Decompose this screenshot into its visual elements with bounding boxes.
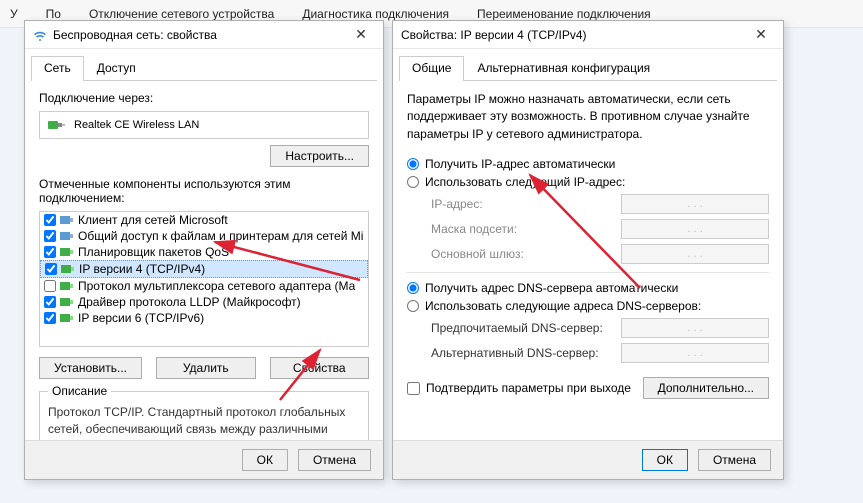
tab-general[interactable]: Общие bbox=[399, 56, 464, 81]
list-item-label: Клиент для сетей Microsoft bbox=[78, 213, 228, 227]
list-item-label: Планировщик пакетов QoS bbox=[78, 245, 229, 259]
uninstall-button[interactable]: Удалить bbox=[156, 357, 256, 379]
radio-dns-manual[interactable]: Использовать следующие адреса DNS-сервер… bbox=[407, 299, 769, 313]
tab-alternate[interactable]: Альтернативная конфигурация bbox=[464, 56, 663, 81]
radio-label: Использовать следующий IP-адрес: bbox=[425, 175, 625, 189]
list-item[interactable]: IP версии 6 (TCP/IPv6) bbox=[40, 310, 368, 326]
components-list[interactable]: Клиент для сетей Microsoft Общий доступ … bbox=[39, 211, 369, 347]
radio-label: Получить адрес DNS-сервера автоматически bbox=[425, 281, 678, 295]
dialog-footer: ОК Отмена bbox=[25, 440, 383, 479]
gateway-label: Основной шлюз: bbox=[431, 247, 621, 261]
tabs: Сеть Доступ bbox=[31, 55, 377, 81]
cancel-button[interactable]: Отмена bbox=[698, 449, 771, 471]
toolbar-item[interactable]: По bbox=[46, 7, 61, 21]
qos-icon bbox=[60, 246, 74, 258]
titlebar: Свойства: IP версии 4 (TCP/IPv4) ✕ bbox=[393, 21, 783, 49]
separator bbox=[407, 272, 769, 273]
list-item-label: IP версии 4 (TCP/IPv4) bbox=[79, 262, 205, 276]
list-item-label: Протокол мультиплексора сетевого адаптер… bbox=[78, 279, 355, 293]
tab-access[interactable]: Доступ bbox=[84, 56, 149, 81]
dialog-content: Подключение через: Realtek CE Wireless L… bbox=[25, 81, 383, 473]
validate-checkbox-row[interactable]: Подтвердить параметры при выходе bbox=[407, 381, 631, 395]
close-button[interactable]: ✕ bbox=[347, 24, 375, 46]
list-item[interactable]: Клиент для сетей Microsoft bbox=[40, 212, 368, 228]
tab-network[interactable]: Сеть bbox=[31, 56, 84, 81]
adapter-box: Realtek CE Wireless LAN bbox=[39, 111, 369, 139]
ip-address-input: . . . bbox=[621, 194, 769, 214]
cancel-button[interactable]: Отмена bbox=[298, 449, 371, 471]
subnet-mask-label: Маска подсети: bbox=[431, 222, 621, 236]
dns-alt-input: . . . bbox=[621, 343, 769, 363]
list-item[interactable]: IP версии 4 (TCP/IPv4) bbox=[40, 260, 368, 278]
ok-button[interactable]: ОК bbox=[642, 449, 688, 471]
ip-address-label: IP-адрес: bbox=[431, 197, 621, 211]
list-item-label: Драйвер протокола LLDP (Майкрософт) bbox=[78, 295, 301, 309]
radio-label: Использовать следующие адреса DNS-сервер… bbox=[425, 299, 701, 313]
list-item[interactable]: Общий доступ к файлам и принтерам для се… bbox=[40, 228, 368, 244]
wifi-icon bbox=[33, 28, 47, 42]
checkbox[interactable] bbox=[44, 230, 56, 242]
dns-pref-label: Предпочитаемый DNS-сервер: bbox=[431, 321, 621, 335]
network-adapter-icon bbox=[48, 118, 66, 132]
close-button[interactable]: ✕ bbox=[747, 24, 775, 46]
dialog-title: Беспроводная сеть: свойства bbox=[53, 28, 347, 42]
list-item-label: IP версии 6 (TCP/IPv6) bbox=[78, 311, 204, 325]
dialog-footer: ОК Отмена bbox=[393, 440, 783, 479]
radio-ip-manual[interactable]: Использовать следующий IP-адрес: bbox=[407, 175, 769, 189]
checkbox[interactable] bbox=[44, 296, 56, 308]
dialog-title: Свойства: IP версии 4 (TCP/IPv4) bbox=[401, 28, 747, 42]
dns-pref-input: . . . bbox=[621, 318, 769, 338]
properties-button[interactable]: Свойства bbox=[270, 357, 370, 379]
checkbox[interactable] bbox=[44, 246, 56, 258]
radio[interactable] bbox=[407, 282, 419, 294]
tabs: Общие Альтернативная конфигурация bbox=[399, 55, 777, 81]
configure-button[interactable]: Настроить... bbox=[270, 145, 369, 167]
checkbox[interactable] bbox=[44, 312, 56, 324]
ipv6-icon bbox=[60, 312, 74, 324]
intro-text: Параметры IP можно назначать автоматичес… bbox=[407, 91, 769, 143]
client-icon bbox=[60, 214, 74, 226]
adapter-name: Realtek CE Wireless LAN bbox=[74, 119, 199, 131]
radio[interactable] bbox=[407, 176, 419, 188]
radio-dns-auto[interactable]: Получить адрес DNS-сервера автоматически bbox=[407, 281, 769, 295]
mux-icon bbox=[60, 280, 74, 292]
checkbox[interactable] bbox=[44, 214, 56, 226]
validate-checkbox[interactable] bbox=[407, 382, 420, 395]
share-icon bbox=[60, 230, 74, 242]
checkbox[interactable] bbox=[45, 263, 57, 275]
radio[interactable] bbox=[407, 300, 419, 312]
ok-button[interactable]: ОК bbox=[242, 449, 288, 471]
advanced-button[interactable]: Дополнительно... bbox=[643, 377, 769, 399]
subnet-mask-input: . . . bbox=[621, 219, 769, 239]
description-title: Описание bbox=[48, 384, 111, 398]
adapter-properties-dialog: Беспроводная сеть: свойства ✕ Сеть Досту… bbox=[24, 20, 384, 480]
validate-label: Подтвердить параметры при выходе bbox=[426, 381, 631, 395]
list-item[interactable]: Драйвер протокола LLDP (Майкрософт) bbox=[40, 294, 368, 310]
gateway-input: . . . bbox=[621, 244, 769, 264]
radio-ip-auto[interactable]: Получить IP-адрес автоматически bbox=[407, 157, 769, 171]
toolbar-item[interactable]: Переименование подключения bbox=[477, 7, 651, 21]
components-label: Отмеченные компоненты используются этим … bbox=[39, 177, 369, 205]
radio-label: Получить IP-адрес автоматически bbox=[425, 157, 615, 171]
toolbar-item[interactable]: Диагностика подключения bbox=[302, 7, 449, 21]
ip-fields: IP-адрес: . . . Маска подсети: . . . Осн… bbox=[431, 194, 769, 264]
toolbar-item[interactable]: Отключение сетевого устройства bbox=[89, 7, 274, 21]
list-item[interactable]: Протокол мультиплексора сетевого адаптер… bbox=[40, 278, 368, 294]
list-item[interactable]: Планировщик пакетов QoS bbox=[40, 244, 368, 260]
titlebar: Беспроводная сеть: свойства ✕ bbox=[25, 21, 383, 49]
connect-via-label: Подключение через: bbox=[39, 91, 369, 105]
dialog-content: Параметры IP можно назначать автоматичес… bbox=[393, 81, 783, 409]
dns-alt-label: Альтернативный DNS-сервер: bbox=[431, 346, 621, 360]
list-item-label: Общий доступ к файлам и принтерам для се… bbox=[78, 229, 363, 243]
ipv4-properties-dialog: Свойства: IP версии 4 (TCP/IPv4) ✕ Общие… bbox=[392, 20, 784, 480]
radio[interactable] bbox=[407, 158, 419, 170]
lldp-icon bbox=[60, 296, 74, 308]
checkbox[interactable] bbox=[44, 280, 56, 292]
ipv4-icon bbox=[61, 263, 75, 275]
dns-fields: Предпочитаемый DNS-сервер: . . . Альтерн… bbox=[431, 318, 769, 363]
toolbar-item[interactable]: У bbox=[10, 7, 18, 21]
install-button[interactable]: Установить... bbox=[39, 357, 142, 379]
